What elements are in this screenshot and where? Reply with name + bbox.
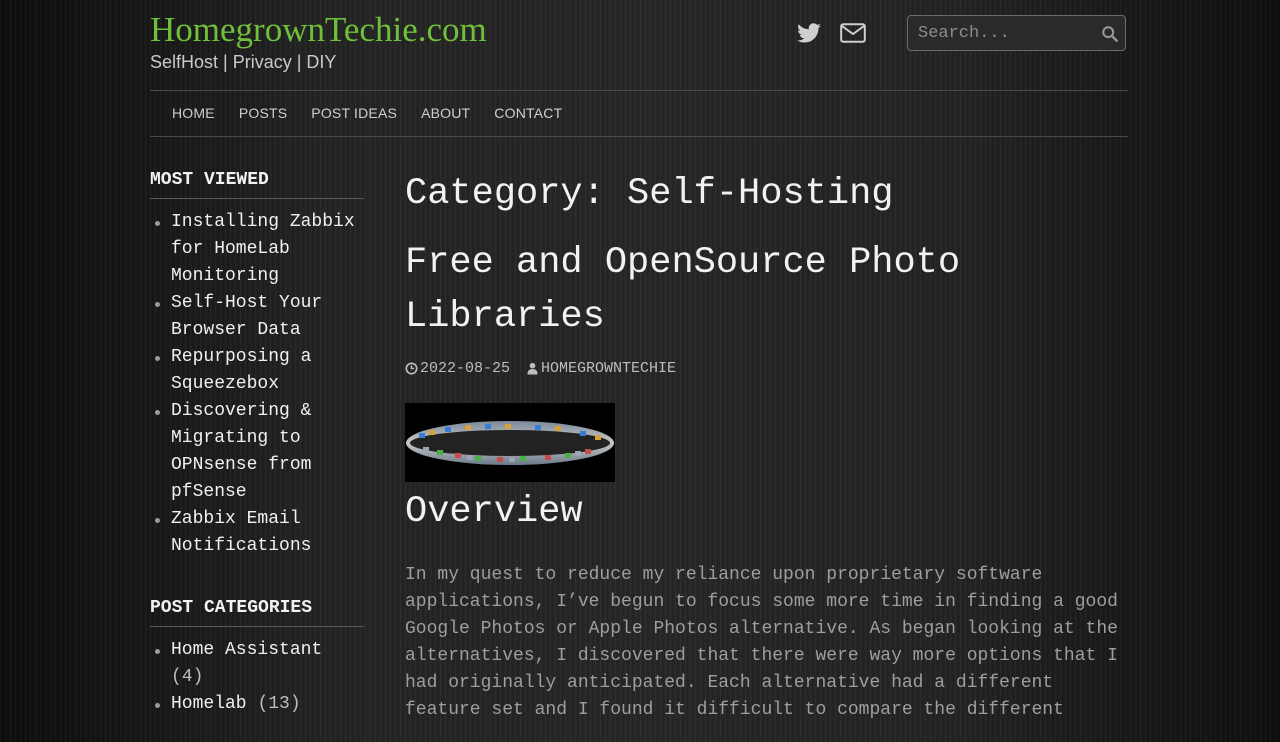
photo-library-image	[405, 403, 615, 482]
nav-home[interactable]: HOME	[172, 105, 215, 121]
sidebar: MOST VIEWED Installing Zabbix for HomeLa…	[150, 170, 364, 718]
list-item: Zabbix Email Notifications	[155, 506, 364, 560]
category-count: (4)	[171, 667, 204, 687]
most-viewed-title: MOST VIEWED	[150, 170, 364, 199]
post-meta: 2022-08-25 HOMEGROWNTECHIE	[405, 360, 1128, 377]
category-link[interactable]: Homelab	[171, 694, 247, 714]
list-item: Self-Host Your Browser Data	[155, 290, 364, 344]
list-item: Home Assistant (4)	[155, 637, 364, 691]
section-heading: Overview	[405, 491, 583, 533]
post-title: Free and OpenSource Photo Libraries	[405, 236, 1128, 344]
mail-icon	[840, 23, 866, 43]
site-title[interactable]: HomegrownTechie.com	[150, 10, 487, 50]
most-viewed-link[interactable]: Repurposing a Squeezebox	[171, 347, 311, 394]
search-input[interactable]	[908, 16, 1118, 50]
post-date-text: 2022-08-25	[420, 360, 511, 377]
most-viewed-link[interactable]: Discovering & Migrating to OPNsense from…	[171, 401, 311, 502]
post-categories-widget: POST CATEGORIES Home Assistant (4) Homel…	[150, 598, 364, 718]
search-icon[interactable]	[1101, 25, 1119, 43]
nav-posts[interactable]: POSTS	[239, 105, 287, 121]
post-categories-title: POST CATEGORIES	[150, 598, 364, 627]
category-link[interactable]: Home Assistant	[171, 640, 322, 660]
post-author[interactable]: HOMEGROWNTECHIE	[526, 360, 676, 377]
main-nav: HOME POSTS POST IDEAS ABOUT CONTACT	[150, 90, 1128, 137]
list-item: Discovering & Migrating to OPNsense from…	[155, 398, 364, 506]
post-thumbnail[interactable]	[405, 403, 615, 482]
user-icon	[527, 362, 538, 375]
page-title: Category: Self-Hosting	[405, 173, 894, 215]
most-viewed-link[interactable]: Installing Zabbix for HomeLab Monitoring	[171, 212, 355, 286]
clock-icon	[405, 362, 418, 375]
social-links	[796, 20, 866, 46]
list-item: Repurposing a Squeezebox	[155, 344, 364, 398]
page-wrapper: HomegrownTechie.com SelfHost | Privacy |…	[150, 0, 1128, 720]
most-viewed-widget: MOST VIEWED Installing Zabbix for HomeLa…	[150, 170, 364, 560]
most-viewed-link[interactable]: Zabbix Email Notifications	[171, 509, 311, 556]
twitter-icon	[797, 23, 821, 43]
categories-list: Home Assistant (4) Homelab (13)	[150, 637, 364, 718]
most-viewed-list: Installing Zabbix for HomeLab Monitoring…	[150, 209, 364, 560]
post-excerpt: In my quest to reduce my reliance upon p…	[405, 565, 1118, 720]
twitter-link[interactable]	[796, 20, 822, 46]
post-date[interactable]: 2022-08-25	[405, 360, 510, 377]
list-item: Installing Zabbix for HomeLab Monitoring	[155, 209, 364, 290]
nav-about[interactable]: ABOUT	[421, 105, 470, 121]
nav-post-ideas[interactable]: POST IDEAS	[311, 105, 397, 121]
category-count: (13)	[257, 694, 301, 714]
search-box	[907, 15, 1126, 51]
post-author-text: HOMEGROWNTECHIE	[541, 360, 677, 377]
email-link[interactable]	[840, 20, 866, 46]
list-item: Homelab (13)	[155, 691, 364, 718]
post-title-link[interactable]: Free and OpenSource Photo Libraries	[405, 242, 960, 338]
nav-contact[interactable]: CONTACT	[494, 105, 562, 121]
site-tagline: SelfHost | Privacy | DIY	[150, 52, 337, 72]
main-content: Category: Self-Hosting Free and OpenSour…	[405, 170, 1128, 742]
most-viewed-link[interactable]: Self-Host Your Browser Data	[171, 293, 322, 340]
